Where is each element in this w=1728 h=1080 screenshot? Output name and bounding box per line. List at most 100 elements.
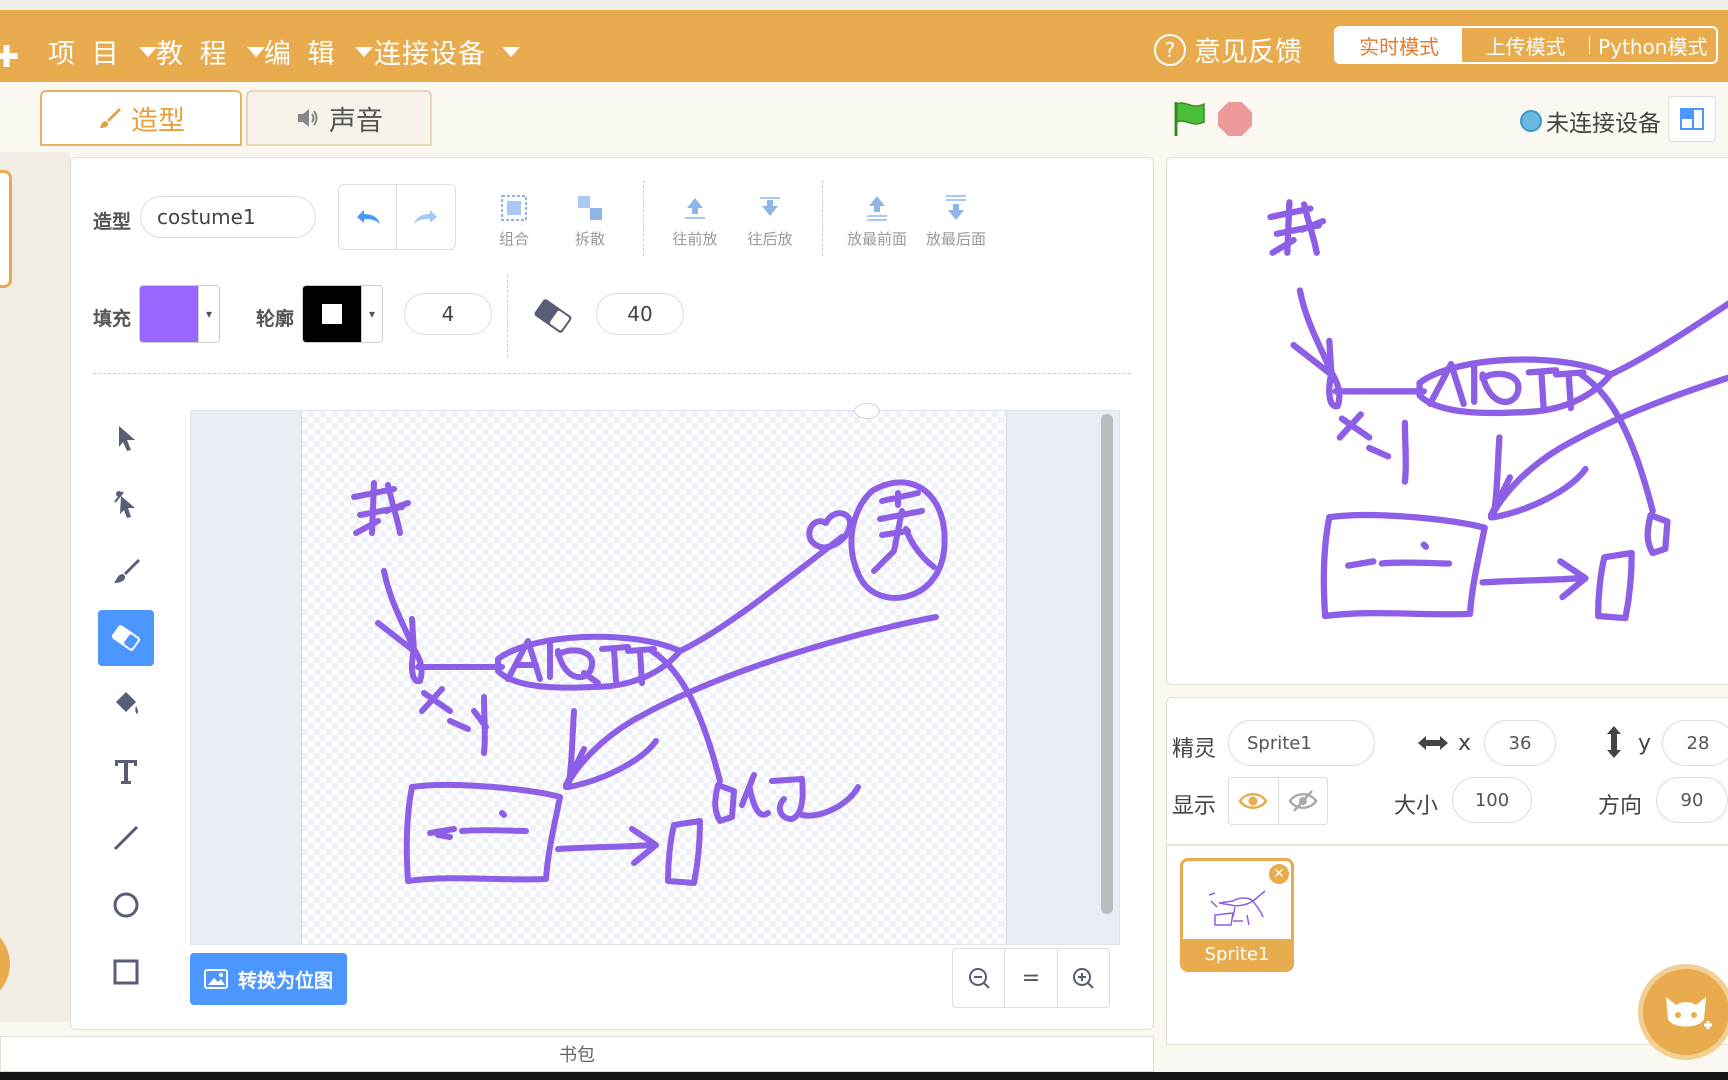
eraser-icon [534, 299, 572, 333]
layout-icon [1680, 108, 1704, 130]
line-icon [113, 825, 139, 851]
size-input[interactable]: 100 [1452, 777, 1532, 823]
zoom-in-button[interactable] [1058, 949, 1109, 1007]
eraser-icon [111, 625, 141, 651]
select-icon [119, 426, 135, 451]
backward-icon [760, 197, 780, 216]
reshape-tool[interactable] [98, 476, 154, 532]
size-label: 大小 [1394, 794, 1439, 819]
menu-tutorial-label: 教 程 [156, 39, 231, 70]
speaker-icon [298, 109, 318, 127]
mode-switch: 实时模式 上传模式 Python模式 [1334, 26, 1718, 64]
forward-icon [685, 198, 705, 219]
reshape-icon [114, 491, 135, 518]
mode-realtime[interactable]: 实时模式 [1336, 28, 1463, 62]
undo-button[interactable] [339, 185, 397, 249]
help-circle-icon: ? [1154, 33, 1186, 66]
feedback-label: 意见反馈 [1194, 37, 1302, 68]
costume-thumbnail-selected[interactable] [0, 170, 12, 288]
back-label: 放最后面 [925, 230, 986, 248]
visibility-toggle [1228, 777, 1328, 825]
costume-name-input[interactable]: costume1 [140, 196, 316, 238]
fill-color-picker[interactable]: ▾ [139, 285, 220, 343]
connection-status-label: 未连接设备 [1546, 111, 1661, 137]
zoom-out-icon [968, 968, 990, 989]
circle-icon [113, 892, 139, 918]
select-tool[interactable] [98, 410, 154, 466]
zoom-out-button[interactable] [953, 949, 1006, 1007]
text-icon [115, 760, 137, 784]
eraser-tool[interactable] [98, 610, 154, 666]
line-tool[interactable] [98, 810, 154, 866]
ungroup-button[interactable]: 拆散 [550, 188, 630, 249]
front-button[interactable]: 放最前面 [836, 188, 918, 249]
vertical-arrows-icon [1607, 726, 1621, 758]
menu-tutorial[interactable]: 教 程 [156, 32, 265, 71]
stage-layout-button[interactable] [1668, 96, 1716, 142]
back-button[interactable]: 放最后面 [914, 188, 998, 249]
convert-label: 转换为位图 [237, 969, 333, 992]
add-sprite-button[interactable] [1638, 964, 1728, 1060]
tab-costumes[interactable]: 造型 [40, 90, 242, 146]
dropdown-arrow-icon: ▾ [361, 286, 382, 342]
x-input[interactable]: 36 [1484, 720, 1556, 766]
front-label: 放最前面 [846, 230, 907, 248]
costume-artboard[interactable] [301, 411, 1007, 944]
feedback-button[interactable]: ? 意见反馈 [1154, 30, 1302, 69]
zoom-reset-button[interactable]: = [1005, 949, 1058, 1007]
outline-color-swatch [303, 286, 361, 342]
caret-down-icon [138, 46, 157, 57]
stop-icon[interactable] [1218, 102, 1252, 136]
outline-width-input[interactable]: 4 [404, 293, 492, 335]
menu-edit[interactable]: 编 辑 [264, 32, 373, 71]
menu-edit-label: 编 辑 [264, 39, 339, 70]
y-input[interactable]: 28 [1662, 720, 1728, 766]
editor-tabs: 造型 声音 [0, 82, 1170, 152]
sprite-name-input[interactable]: Sprite1 [1228, 720, 1375, 766]
direction-input[interactable]: 90 [1656, 777, 1728, 823]
fill-tool[interactable] [98, 676, 154, 732]
mode-upload[interactable]: 上传模式 [1462, 28, 1588, 62]
fill-icon [116, 692, 139, 714]
undo-redo-group [338, 184, 456, 250]
show-button[interactable] [1229, 778, 1279, 824]
circle-tool[interactable] [98, 877, 154, 933]
rect-tool[interactable] [98, 944, 154, 1000]
logo-icon[interactable]: ✚ [0, 40, 19, 75]
menu-connect-label: 连接设备 [374, 39, 486, 70]
stage-canvas[interactable] [1166, 157, 1728, 685]
hide-button[interactable] [1279, 778, 1328, 824]
menu-project[interactable]: 项 目 [48, 32, 157, 71]
brush-tool[interactable] [98, 543, 154, 599]
mode-python[interactable]: Python模式 [1590, 28, 1716, 62]
group-button[interactable]: 组合 [474, 188, 554, 249]
forward-button[interactable]: 往前放 [655, 188, 735, 249]
menu-connect-device[interactable]: 连接设备 [374, 32, 520, 71]
green-flag-icon[interactable] [1172, 100, 1208, 138]
direction-label: 方向 [1598, 794, 1643, 819]
canvas-scrollbar[interactable] [1101, 414, 1113, 914]
dropdown-arrow-icon: ▾ [198, 286, 219, 342]
eye-off-icon [1288, 790, 1318, 812]
outline-label: 轮廓 [256, 308, 295, 330]
eraser-size-input[interactable]: 40 [596, 293, 684, 335]
front-icon [867, 196, 887, 221]
backpack-bar[interactable]: 书包 [0, 1036, 1154, 1072]
fill-color-swatch [140, 286, 198, 342]
toolbar-divider [643, 180, 644, 256]
delete-sprite-icon[interactable]: ✕ [1267, 862, 1291, 886]
sprite-label: 精灵 [1172, 737, 1217, 762]
text-tool[interactable] [98, 743, 154, 799]
outline-color-picker[interactable]: ▾ [302, 285, 383, 343]
rotation-handle[interactable] [854, 403, 880, 419]
backward-label: 往后放 [747, 230, 793, 248]
costume-drawing [351, 479, 948, 886]
horizontal-arrows-icon [1418, 736, 1448, 750]
fill-label: 填充 [93, 308, 132, 330]
connection-status: 未连接设备 [1520, 104, 1661, 138]
paint-canvas[interactable] [190, 403, 1120, 945]
convert-to-bitmap-button[interactable]: 转换为位图 [190, 953, 347, 1005]
tab-sounds[interactable]: 声音 [246, 90, 432, 146]
backward-button[interactable]: 往后放 [730, 188, 810, 249]
redo-button[interactable] [397, 185, 455, 249]
